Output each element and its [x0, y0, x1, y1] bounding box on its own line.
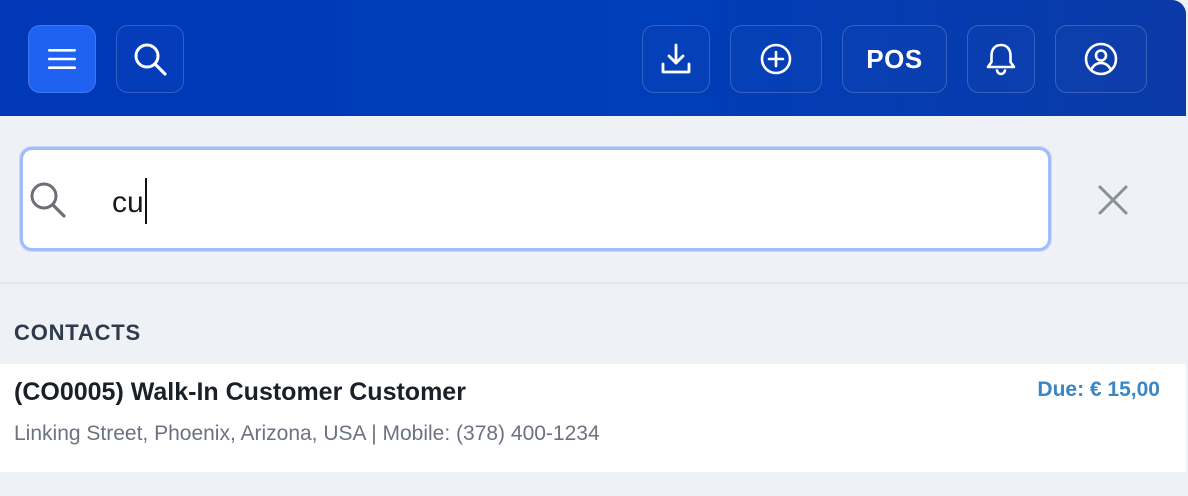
profile-button[interactable]: [1055, 25, 1147, 93]
menu-button[interactable]: [28, 25, 96, 93]
search-input-text: cu: [112, 186, 144, 219]
pos-button[interactable]: POS: [842, 25, 947, 93]
notifications-button[interactable]: [967, 25, 1035, 93]
search-bar-area: cu: [0, 116, 1188, 284]
clear-search-button[interactable]: [1089, 178, 1137, 226]
contact-name: (CO0005) Walk-In Customer Customer: [14, 378, 466, 406]
download-icon: [659, 42, 693, 76]
contact-due-amount: Due: € 15,00: [1037, 378, 1160, 401]
hamburger-menu-icon: [47, 47, 77, 71]
search-icon: [132, 41, 168, 77]
add-button[interactable]: [730, 25, 822, 93]
plus-circle-icon: [759, 42, 793, 76]
pos-button-label: POS: [866, 43, 923, 74]
contacts-section-header: CONTACTS: [14, 320, 141, 345]
app-frame: POS cu CONTACTS (CO0005) Walk-In Custome…: [0, 0, 1188, 496]
search-input-value: cu: [112, 178, 147, 225]
download-button[interactable]: [642, 25, 710, 93]
close-icon: [1096, 183, 1130, 222]
search-icon: [28, 180, 68, 220]
contact-details: Linking Street, Phoenix, Arizona, USA | …: [14, 422, 600, 445]
search-button[interactable]: [116, 25, 184, 93]
bell-icon: [984, 41, 1018, 77]
search-results: CONTACTS (CO0005) Walk-In Customer Custo…: [0, 300, 1188, 496]
search-input[interactable]: cu: [20, 147, 1051, 251]
user-circle-icon: [1083, 41, 1119, 77]
text-cursor: [144, 178, 147, 224]
contact-result-item[interactable]: (CO0005) Walk-In Customer Customer Due: …: [0, 364, 1186, 472]
top-navigation-bar: POS: [0, 0, 1186, 116]
